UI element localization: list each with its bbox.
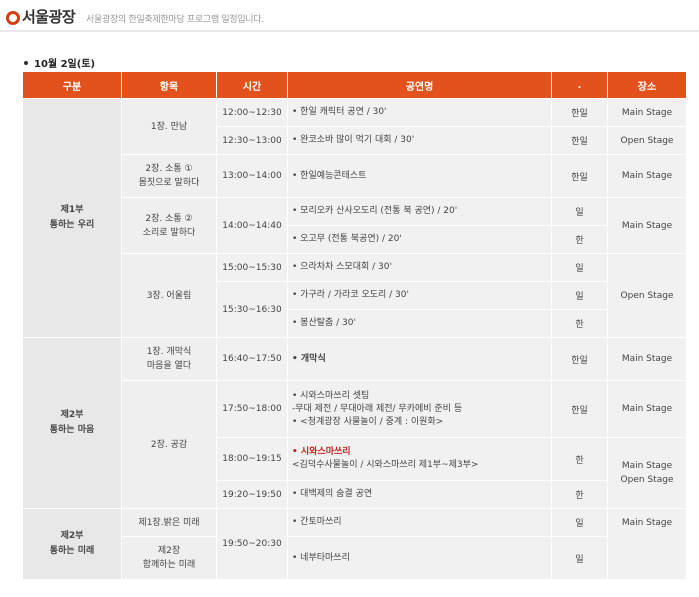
col-header-item: 항목 <box>121 71 217 99</box>
time-cell: 15:30~16:30 <box>216 281 288 338</box>
venue-cell: Main Stage <box>607 98 687 127</box>
performance-cell: • 개막식 <box>287 337 552 381</box>
date-heading: 10월 2일(토) <box>24 55 95 70</box>
time-cell: 15:00~15:30 <box>216 253 288 282</box>
table-row: 제2장 함께하는 미래 • 네부타마쓰리 일 <box>23 536 687 580</box>
table-row: 제2부 통하는 미래 제1장.밝은 미래 19:50~20:30 • 간토마쓰리… <box>22 508 687 580</box>
item-cell: 제1장.밝은 미래 <box>121 508 217 537</box>
col-header-category: 구분 <box>22 71 122 99</box>
performance-cell: • 모리오카 산사오도리 (전통 북 공연) / 20' <box>287 197 552 226</box>
performance-cell: • 완코소바 많이 먹기 대회 / 30' <box>287 126 552 155</box>
item-cell: 2장. 소통 ② 소리로 말하다 <box>121 197 217 254</box>
performance-cell: • 시와스마쓰리 셋팅 -무대 제전 / 무대아래 제전/ 무카에비 준비 등 … <box>287 380 552 438</box>
bullet-icon <box>24 61 28 65</box>
table-row: 제1부 통하는 우리 1장. 만남 12:00~12:30 • 한일 캐릭터 공… <box>22 98 687 338</box>
language-cell: 한 <box>551 309 608 338</box>
language-cell: 일 <box>551 508 608 537</box>
page-title: 서울광장 <box>22 8 76 26</box>
time-cell: 16:40~17:50 <box>216 337 288 381</box>
performance-cell: • 시와스마쓰리 <김덕수사물놀이 / 시와스마쓰리 제1부~제3부> <box>287 437 552 481</box>
language-cell: 한일 <box>551 98 608 127</box>
performance-cell: • 간토마쓰리 <box>287 508 552 537</box>
language-cell: 한 <box>551 437 608 481</box>
circle-bullet-icon <box>6 11 20 25</box>
table-row: 2장. 공감 17:50~18:00 • 시와스마쓰리 셋팅 -무대 제전 / … <box>23 380 687 509</box>
item-cell: 2장. 소통 ① 몸짓으로 말하다 <box>121 154 217 198</box>
performance-cell: • 오고무 (전통 북공연) / 20' <box>287 225 552 254</box>
part-cell: 제2부 통하는 마음 <box>22 337 122 509</box>
language-cell: 일 <box>551 253 608 282</box>
col-header-time: 시간 <box>216 71 288 99</box>
item-cell: 2장. 공감 <box>121 380 217 509</box>
language-cell: 일 <box>551 197 608 226</box>
venue-cell: Main Stage Open Stage <box>607 437 687 509</box>
part-cell: 제1부 통하는 우리 <box>22 98 122 338</box>
col-header-performance: 공연명 <box>287 71 552 99</box>
language-cell: 한일 <box>551 154 608 198</box>
col-header-venue: 장소 <box>607 71 687 99</box>
language-cell: 일 <box>551 536 608 580</box>
item-cell: 제2장 함께하는 미래 <box>121 536 217 580</box>
time-cell: 13:00~14:00 <box>216 154 288 198</box>
performance-cell: • 으라차차 스모대회 / 30' <box>287 253 552 282</box>
header-divider <box>0 30 699 32</box>
venue-cell: Open Stage <box>607 126 687 155</box>
performance-cell: • 봉산탈춤 / 30' <box>287 309 552 338</box>
time-cell: 17:50~18:00 <box>216 380 288 438</box>
item-cell: 1장. 개막식 마음을 열다 <box>121 337 217 381</box>
venue-cell: Main Stage <box>607 337 687 381</box>
performance-cell: • 가구라 / 가라코 오도리 / 30' <box>287 281 552 310</box>
item-cell: 1장. 만남 <box>121 98 217 155</box>
time-cell: 14:00~14:40 <box>216 197 288 254</box>
performance-cell: • 한일예능콘테스트 <box>287 154 552 198</box>
table-row: 2장. 소통 ① 몸짓으로 말하다 13:00~14:00 • 한일예능콘테스트… <box>23 154 687 198</box>
schedule-table: 구분 항목 시간 공연명 . 장소 제1부 통하는 우리 1장. 만남 12:0… <box>22 71 687 580</box>
time-cell: 18:00~19:15 <box>216 437 288 481</box>
item-cell: 3장. 어울림 <box>121 253 217 338</box>
time-cell: 12:00~12:30 <box>216 98 288 127</box>
part-cell: 제2부 통하는 미래 <box>22 508 122 580</box>
time-cell: 12:30~13:00 <box>216 126 288 155</box>
table-row: 제2부 통하는 마음 1장. 개막식 마음을 열다 16:40~17:50 • … <box>22 337 687 509</box>
time-cell: 19:20~19:50 <box>216 480 288 509</box>
table-header-row: 구분 항목 시간 공연명 . 장소 <box>22 71 687 99</box>
table-row: 2장. 소통 ② 소리로 말하다 14:00~14:40 • 모리오카 산사오도… <box>23 197 687 254</box>
language-cell: 한 <box>551 480 608 509</box>
venue-cell: Open Stage <box>607 253 687 338</box>
language-cell: 한 <box>551 225 608 254</box>
venue-cell: Main Stage <box>607 154 687 198</box>
language-cell: 한일 <box>551 380 608 438</box>
table-row: 3장. 어울림 15:00~15:30 • 으라차차 스모대회 / 30' 일 … <box>23 253 687 338</box>
page-header: 서울광장 서울광장의 한일축제한마당 프로그램 일정입니다. <box>0 0 699 32</box>
col-header-language: . <box>551 71 608 99</box>
date-label: 10월 2일(토) <box>34 59 96 70</box>
language-cell: 한일 <box>551 337 608 381</box>
performance-cell: • 한일 캐릭터 공연 / 30' <box>287 98 552 127</box>
performance-cell: • 네부타마쓰리 <box>287 536 552 580</box>
page-subtitle: 서울광장의 한일축제한마당 프로그램 일정입니다. <box>86 15 264 25</box>
language-cell: 한일 <box>551 126 608 155</box>
venue-cell: Main Stage <box>607 197 687 254</box>
performance-cell: • 대백제의 숨결 공연 <box>287 480 552 509</box>
venue-cell: Main Stage <box>607 380 687 438</box>
venue-cell: Main Stage <box>607 508 687 580</box>
time-cell: 19:50~20:30 <box>216 508 288 580</box>
language-cell: 일 <box>551 281 608 310</box>
